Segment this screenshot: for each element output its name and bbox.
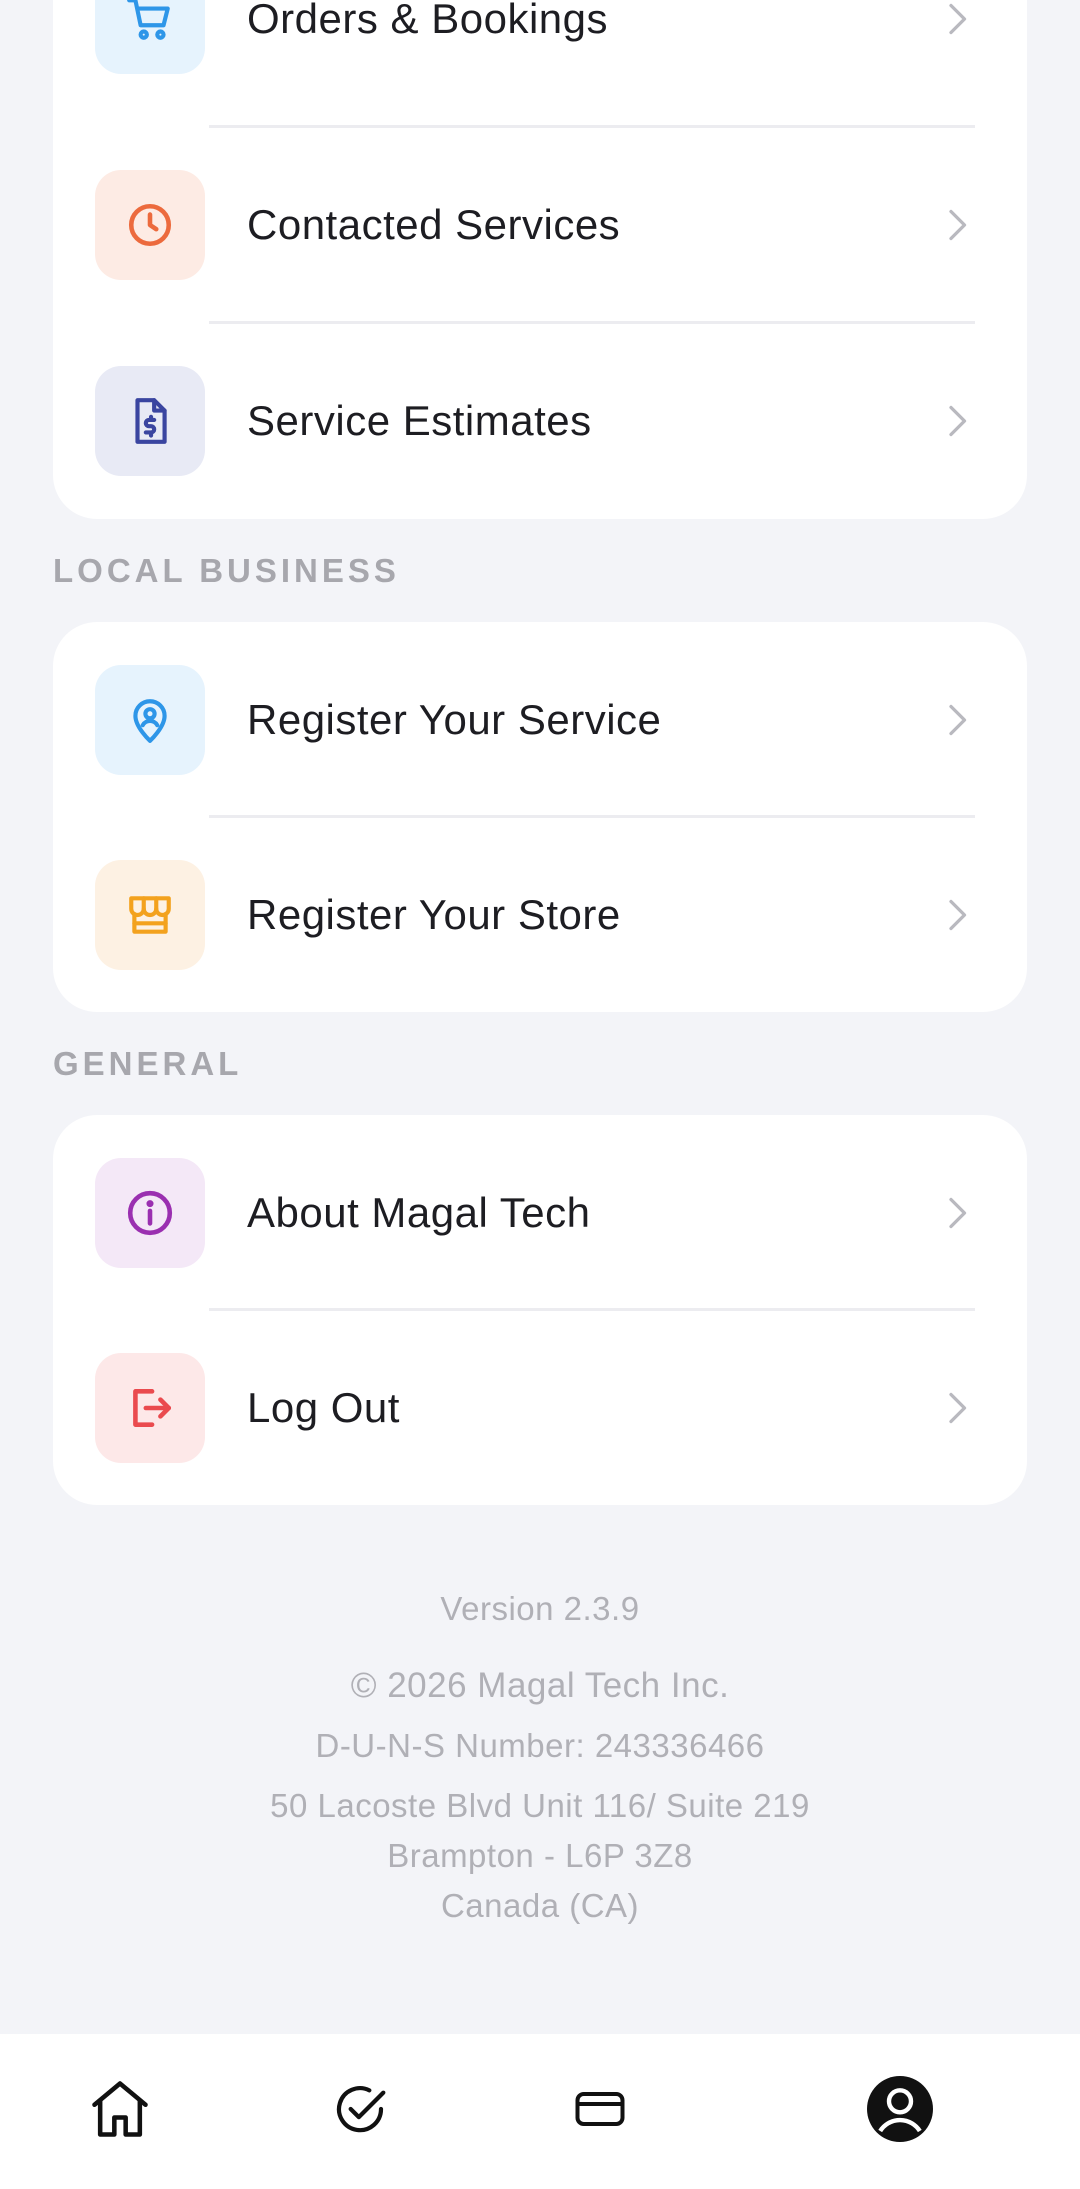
register-store-label: Register Your Store bbox=[247, 891, 621, 938]
clock-icon bbox=[95, 170, 205, 280]
logout-icon bbox=[95, 1353, 205, 1463]
tab-tasks[interactable] bbox=[320, 2069, 400, 2149]
tab-profile[interactable] bbox=[860, 2069, 940, 2149]
general-section-title: GENERAL bbox=[53, 1045, 243, 1082]
address-line-1: 50 Lacoste Blvd Unit 116/ Suite 219 bbox=[270, 1787, 810, 1824]
register-service-row[interactable]: Register Your Service bbox=[53, 622, 1027, 818]
bottom-tab-bar bbox=[0, 2034, 1080, 2189]
general-card: About Magal Tech Log Out bbox=[53, 1115, 1027, 1505]
duns-text: D-U-N-S Number: 243336466 bbox=[315, 1727, 765, 1764]
cart-icon bbox=[95, 0, 205, 74]
chevron-right-icon bbox=[949, 704, 967, 736]
address-line-2: Brampton - L6P 3Z8 bbox=[387, 1837, 693, 1874]
register-service-label: Register Your Service bbox=[247, 696, 662, 743]
store-icon bbox=[95, 860, 205, 970]
chevron-right-icon bbox=[949, 1197, 967, 1229]
account-card: Orders & Bookings Contacted Services Ser… bbox=[53, 0, 1027, 519]
contacted-services-label: Contacted Services bbox=[247, 201, 621, 248]
version-text: Version 2.3.9 bbox=[440, 1590, 640, 1627]
address-line-3: Canada (CA) bbox=[440, 1887, 640, 1924]
invoice-icon bbox=[95, 366, 205, 476]
chevron-right-icon bbox=[949, 899, 967, 931]
register-store-row[interactable]: Register Your Store bbox=[53, 817, 1027, 1012]
chevron-right-icon bbox=[949, 405, 967, 437]
about-row[interactable]: About Magal Tech bbox=[53, 1115, 1027, 1311]
logout-row[interactable]: Log Out bbox=[53, 1310, 1027, 1505]
service-estimates-label: Service Estimates bbox=[247, 397, 592, 444]
chevron-right-icon bbox=[949, 3, 967, 35]
location-person-icon bbox=[95, 665, 205, 775]
check-circle-icon bbox=[336, 2086, 386, 2133]
local-business-section-title: LOCAL BUSINESS bbox=[53, 552, 400, 589]
orders-bookings-row[interactable]: Orders & Bookings bbox=[53, 0, 1027, 117]
copyright-text: © 2026 Magal Tech Inc. bbox=[350, 1666, 730, 1705]
tab-home[interactable] bbox=[80, 2069, 160, 2149]
profile-icon bbox=[867, 2076, 933, 2142]
home-icon bbox=[92, 2081, 148, 2137]
service-estimates-row[interactable]: Service Estimates bbox=[53, 323, 1027, 519]
info-icon bbox=[95, 1158, 205, 1268]
local-business-card: Register Your Service Register Your Stor… bbox=[53, 622, 1027, 1012]
contacted-services-row[interactable]: Contacted Services bbox=[53, 127, 1027, 323]
chevron-right-icon bbox=[949, 1392, 967, 1424]
card-icon bbox=[575, 2092, 625, 2126]
tab-payments[interactable] bbox=[560, 2069, 640, 2149]
chevron-right-icon bbox=[949, 209, 967, 241]
logout-label: Log Out bbox=[247, 1384, 400, 1431]
about-label: About Magal Tech bbox=[247, 1189, 591, 1236]
orders-bookings-label: Orders & Bookings bbox=[247, 0, 608, 42]
